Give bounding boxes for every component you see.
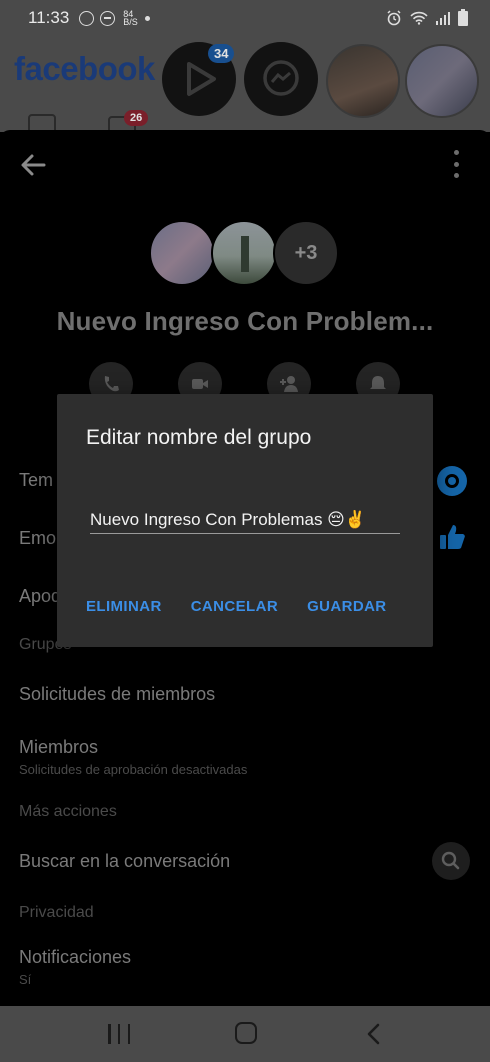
- alarm-icon: [387, 10, 401, 26]
- home-button[interactable]: [235, 1022, 257, 1044]
- theme-row[interactable]: Tem: [19, 470, 53, 491]
- delete-button[interactable]: ELIMINAR: [86, 598, 162, 615]
- members-label: Miembros: [19, 737, 99, 757]
- theme-color-icon: [437, 466, 467, 496]
- bell-icon: [370, 376, 386, 389]
- search-conversation-row[interactable]: Buscar en la conversación: [19, 851, 230, 872]
- video-camera-icon: [192, 379, 208, 389]
- dialog-buttons: ELIMINAR CANCELAR GUARDAR: [86, 598, 387, 615]
- cancel-button[interactable]: CANCELAR: [191, 598, 278, 615]
- more-options-icon[interactable]: [452, 150, 460, 178]
- search-icon[interactable]: [432, 842, 470, 880]
- extra-members-count: +3: [273, 220, 339, 286]
- story-avatar-1[interactable]: [326, 44, 400, 118]
- emoji-label: Emo: [19, 528, 57, 548]
- privacy-section-header: Privacidad: [19, 904, 94, 921]
- member-requests-label: Solicitudes de miembros: [19, 684, 216, 704]
- back-button[interactable]: [366, 1023, 382, 1045]
- save-button[interactable]: GUARDAR: [307, 598, 386, 615]
- facebook-logo: facebook: [14, 50, 155, 87]
- messenger-icon: [263, 60, 299, 96]
- data-speed-indicator: 84 B/S: [123, 9, 138, 27]
- facebook-header: facebook 34 26: [0, 36, 490, 138]
- story-avatar-2[interactable]: [405, 44, 479, 118]
- video-badge: 26: [124, 110, 149, 126]
- wifi-icon: [410, 11, 428, 25]
- nicknames-row[interactable]: Apod: [19, 586, 61, 607]
- status-time: 11:33: [28, 8, 70, 27]
- members-subtitle: Solicitudes de aprobación desactivadas: [19, 762, 248, 777]
- member-requests-row[interactable]: Solicitudes de miembros: [19, 684, 215, 705]
- more-actions-section-header: Más acciones: [19, 803, 117, 820]
- system-navigation-bar: [0, 1006, 490, 1062]
- signal-icon: [436, 11, 450, 25]
- more-notifications-dot: [145, 15, 151, 21]
- group-name-input[interactable]: [90, 506, 400, 534]
- dialog-title: Editar nombre del grupo: [86, 426, 312, 449]
- messenger-notification-icon: [79, 10, 95, 26]
- back-arrow-icon[interactable]: [18, 150, 48, 180]
- notifications-label: Notificaciones: [19, 947, 132, 967]
- notifications-row[interactable]: Notificaciones Sí: [19, 947, 131, 987]
- messenger-button[interactable]: [244, 42, 318, 116]
- status-bar: 11:33 84 B/S: [0, 0, 490, 36]
- thumbs-up-icon: [440, 525, 465, 549]
- watch-badge: 34: [208, 44, 235, 63]
- group-avatars: +3: [149, 220, 339, 286]
- member-avatar: [211, 220, 277, 286]
- battery-icon: [458, 8, 468, 26]
- group-name-title[interactable]: Nuevo Ingreso Con Problem...: [0, 306, 490, 337]
- emoji-row[interactable]: Emo: [19, 528, 56, 549]
- edit-group-name-dialog: Editar nombre del grupo ELIMINAR CANCELA…: [57, 394, 433, 647]
- member-avatar: [149, 220, 215, 286]
- do-not-disturb-icon: [100, 10, 116, 26]
- recent-apps-button[interactable]: [108, 1024, 130, 1044]
- theme-label: Tem: [19, 470, 54, 490]
- search-conversation-label: Buscar en la conversación: [19, 851, 231, 871]
- phone-icon: [104, 376, 119, 392]
- members-row[interactable]: Miembros Solicitudes de aprobación desac…: [19, 737, 247, 777]
- notifications-subtitle: Sí: [19, 972, 32, 987]
- nicknames-label: Apod: [19, 586, 62, 606]
- add-person-icon: [280, 376, 298, 392]
